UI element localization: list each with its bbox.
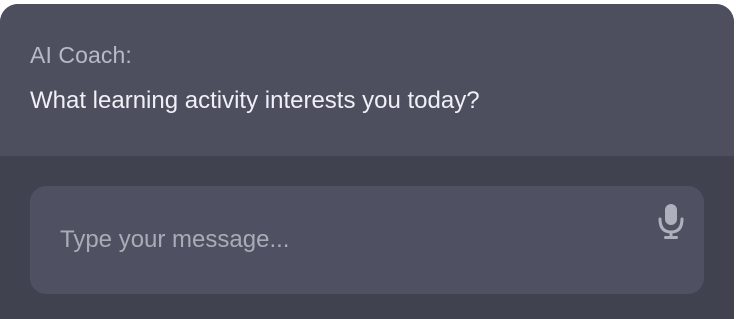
ai-message-text: What learning activity interests you tod… <box>30 87 480 114</box>
microphone-icon <box>658 204 684 239</box>
chat-window: AI Coach: What learning activity interes… <box>0 4 734 319</box>
ai-message-panel: AI Coach: What learning activity interes… <box>0 4 734 156</box>
microphone-button[interactable] <box>656 202 686 242</box>
sender-label: AI Coach: <box>30 42 132 68</box>
message-composer <box>30 186 704 294</box>
message-input[interactable] <box>30 186 630 294</box>
